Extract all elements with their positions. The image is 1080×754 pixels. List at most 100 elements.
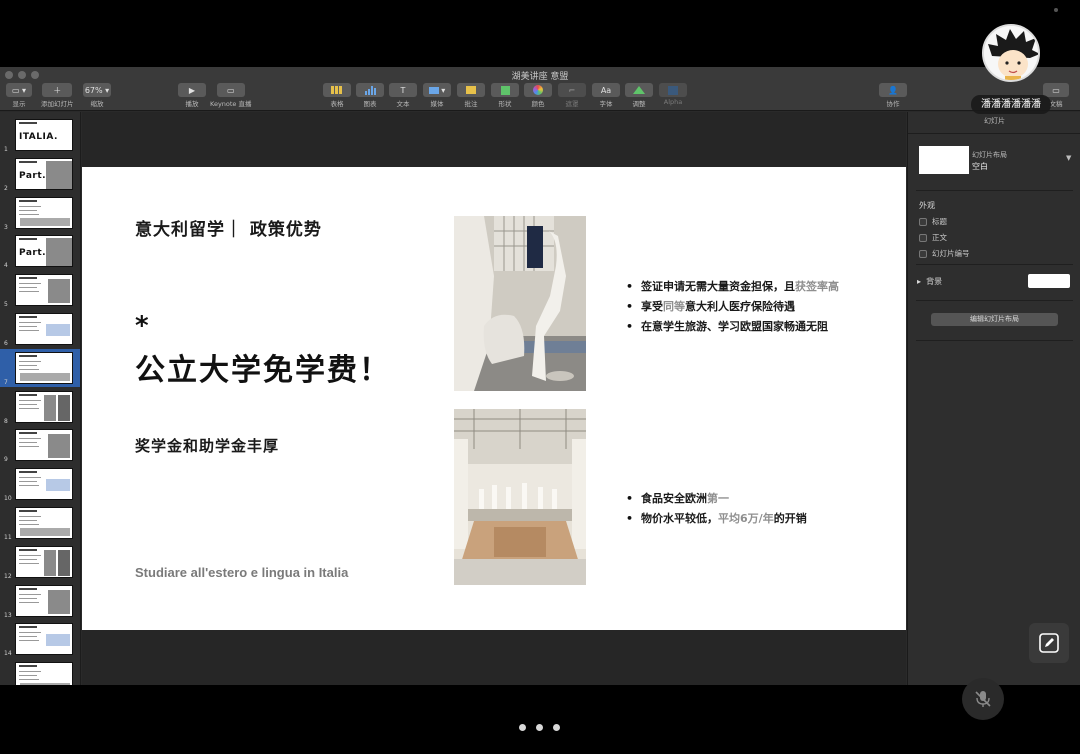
- sculpture-photo[interactable]: [454, 216, 586, 391]
- chevron-down-icon[interactable]: ▼: [1066, 154, 1071, 162]
- page-dot[interactable]: [536, 724, 543, 731]
- add-slide-label: 添加幻灯片: [41, 100, 74, 108]
- slide-main-text[interactable]: 公立大学免学费！: [135, 345, 391, 389]
- annotate-button[interactable]: [1029, 623, 1069, 663]
- font-button[interactable]: Aa 字体: [592, 83, 620, 108]
- slide-footer[interactable]: Studiare all'estero e lingua in Italia: [135, 565, 348, 580]
- alpha-icon: [659, 83, 687, 97]
- sidebar-icon: ▭ ▾: [6, 83, 32, 97]
- slide-canvas[interactable]: 意大利留学｜ 政策优势 * 公立大学免学费！ 奖学金和助学金丰厚 Studiar…: [82, 112, 906, 685]
- chart-button[interactable]: 图表: [356, 83, 384, 108]
- slide-number: 8: [4, 417, 8, 425]
- page-dot[interactable]: [553, 724, 560, 731]
- mask-button[interactable]: ⌐ 遮罩: [558, 83, 586, 108]
- adjust-button[interactable]: 调整: [625, 83, 653, 108]
- tab-slide[interactable]: 幻灯片: [908, 116, 1080, 126]
- slide-asterisk[interactable]: *: [135, 311, 149, 341]
- slide-thumbnail[interactable]: 7: [0, 348, 80, 387]
- bullet-item[interactable]: 物价水平较低，平均6万/年的开销: [626, 509, 807, 529]
- adjust-label: 调整: [632, 100, 646, 108]
- slide-thumbnail[interactable]: 9: [0, 426, 80, 464]
- participant-avatar[interactable]: [982, 24, 1040, 82]
- collaborate-button[interactable]: 👤 协作: [879, 83, 907, 108]
- gallery-hall-photo[interactable]: [454, 409, 586, 585]
- edit-layout-button[interactable]: 编辑幻灯片布局: [931, 313, 1058, 326]
- slide-thumbnail-preview: [15, 584, 73, 617]
- slide-number: 9: [4, 456, 8, 464]
- slide-thumbnail[interactable]: 13: [0, 582, 80, 620]
- add-slide-button[interactable]: ＋ 添加幻灯片: [41, 83, 74, 108]
- slide-thumbnail[interactable]: 8: [0, 388, 80, 426]
- slide-thumbnail[interactable]: 6: [0, 310, 80, 348]
- slide-thumbnail[interactable]: ITALIA. 1: [0, 116, 80, 154]
- slide-thumbnail-preview: [15, 545, 73, 578]
- slide-thumbnail[interactable]: 11: [0, 504, 80, 542]
- bullet-item[interactable]: 享受同等意大利人医疗保险待遇: [626, 297, 839, 317]
- media-label: 媒体: [430, 100, 444, 108]
- media-button[interactable]: ▾ 媒体: [423, 83, 451, 108]
- plus-icon: ＋: [42, 83, 73, 97]
- slide-thumbnail[interactable]: Part.02 4: [0, 232, 80, 270]
- mask-icon: ⌐: [558, 83, 586, 97]
- shape-button[interactable]: 形状: [491, 83, 519, 108]
- checkbox-icon: [919, 249, 927, 258]
- table-button[interactable]: 表格: [323, 83, 351, 108]
- slide-thumbnail[interactable]: Part.01 2: [0, 155, 80, 193]
- bullet-item[interactable]: 在意学生旅游、学习欧盟国家畅通无阻: [626, 317, 839, 337]
- title-checkbox-label: 标题: [932, 217, 947, 226]
- layout-preview[interactable]: [919, 146, 969, 174]
- title-checkbox[interactable]: 标题: [919, 216, 947, 227]
- bullet-item[interactable]: 签证申请无需大量资金担保，且获签率高: [626, 277, 839, 297]
- divider: [916, 264, 1073, 265]
- body-checkbox[interactable]: 正文: [919, 232, 947, 243]
- mic-off-icon: [975, 691, 991, 707]
- table-label: 表格: [330, 100, 344, 108]
- slide-heading[interactable]: 意大利留学｜ 政策优势: [135, 215, 322, 240]
- bullet-item[interactable]: 食品安全欧洲第一: [626, 489, 807, 509]
- pencil-edit-icon: [1039, 633, 1059, 653]
- play-button[interactable]: ▶ 播放: [178, 83, 206, 108]
- current-slide[interactable]: 意大利留学｜ 政策优势 * 公立大学免学费！ 奖学金和助学金丰厚 Studiar…: [82, 167, 906, 630]
- page-indicator[interactable]: [519, 724, 560, 731]
- slide-thumbnail[interactable]: 14: [0, 620, 80, 658]
- alpha-button[interactable]: Alpha: [659, 83, 687, 106]
- bullet-list-top[interactable]: 签证申请无需大量资金担保，且获签率高享受同等意大利人医疗保险待遇在意学生旅游、学…: [626, 277, 839, 337]
- slide-number: 1: [4, 146, 8, 153]
- zoom-value-text: 67%: [84, 85, 103, 95]
- text-button[interactable]: T 文本: [389, 83, 417, 108]
- view-label: 显示: [12, 100, 26, 108]
- view-button[interactable]: ▭ ▾ 显示: [6, 83, 32, 108]
- slide-number: 4: [4, 262, 8, 270]
- slide-subtext[interactable]: 奖学金和助学金丰厚: [135, 435, 279, 456]
- status-dot: [1054, 8, 1058, 12]
- slide-number: 5: [4, 301, 8, 309]
- slide-thumbnail-preview: ITALIA.: [15, 119, 73, 151]
- slide-thumbnail[interactable]: 10: [0, 465, 80, 503]
- divider: [916, 190, 1073, 191]
- divider: [916, 340, 1073, 341]
- slide-thumbnail[interactable]: 3: [0, 194, 80, 232]
- color-button[interactable]: 颜色: [524, 83, 552, 108]
- microphone-mute-button[interactable]: [962, 678, 1004, 720]
- slide-number: 11: [4, 534, 12, 541]
- slide-thumbnail[interactable]: 12: [0, 543, 80, 581]
- keynote-window: 湖美讲座 意盟 ▭ ▾ 显示 ＋ 添加幻灯片 67% ▾ 缩放 ▶ 播放 ▭ K…: [0, 67, 1080, 685]
- slide-number: 13: [4, 611, 12, 619]
- bullet-list-bottom[interactable]: 食品安全欧洲第一物价水平较低，平均6万/年的开销: [626, 489, 807, 529]
- background-color-swatch[interactable]: [1028, 274, 1070, 288]
- zoom-label: 缩放: [90, 100, 104, 108]
- slide-number: 14: [4, 650, 12, 658]
- keynote-live-button[interactable]: ▭ Keynote 直播: [210, 83, 252, 108]
- slide-thumbnail[interactable]: 5: [0, 271, 80, 309]
- background-disclosure[interactable]: ▸ 背景: [917, 276, 942, 287]
- chart-label: 图表: [363, 100, 377, 108]
- comment-icon: [457, 83, 485, 97]
- comment-button[interactable]: 批注: [457, 83, 485, 108]
- slide-number-checkbox[interactable]: 幻灯片编号: [919, 248, 970, 259]
- zoom-select[interactable]: 67% ▾ 缩放: [83, 83, 111, 108]
- slide-thumbnail[interactable]: [0, 659, 80, 685]
- slide-thumbnail-preview: [15, 429, 73, 462]
- text-label: 文本: [396, 100, 410, 108]
- layout-label: 幻灯片布局: [972, 151, 1007, 159]
- page-dot[interactable]: [519, 724, 526, 731]
